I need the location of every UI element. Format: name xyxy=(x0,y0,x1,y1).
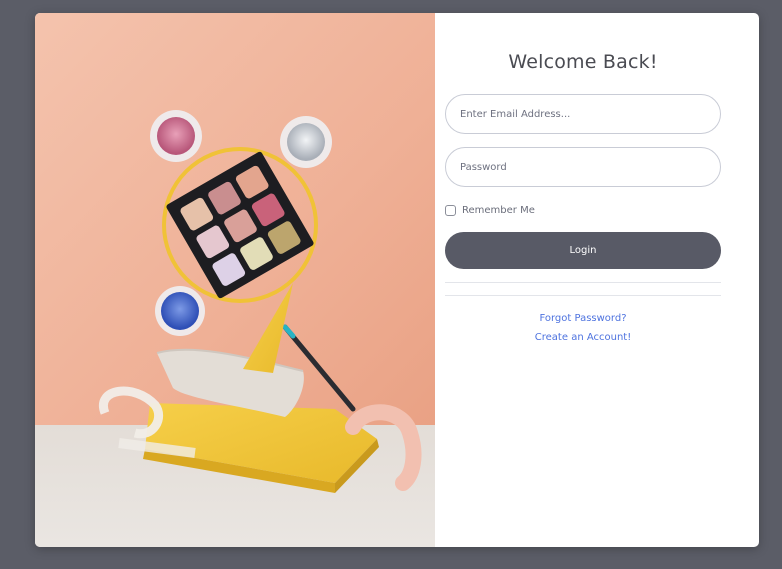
email-field[interactable] xyxy=(445,94,721,134)
remember-me-label: Remember Me xyxy=(462,204,535,216)
hero-image xyxy=(35,13,435,547)
login-panel: Welcome Back! Remember Me Login Forgot P… xyxy=(435,13,759,547)
divider xyxy=(445,295,721,296)
create-account-link[interactable]: Create an Account! xyxy=(445,332,721,343)
login-button[interactable]: Login xyxy=(445,232,721,269)
password-field[interactable] xyxy=(445,147,721,187)
divider xyxy=(445,282,721,283)
forgot-password-link[interactable]: Forgot Password? xyxy=(445,313,721,324)
page-title: Welcome Back! xyxy=(508,51,658,73)
login-card: Welcome Back! Remember Me Login Forgot P… xyxy=(35,13,759,547)
remember-me-row[interactable]: Remember Me xyxy=(445,203,535,217)
remember-me-checkbox[interactable] xyxy=(445,204,456,216)
